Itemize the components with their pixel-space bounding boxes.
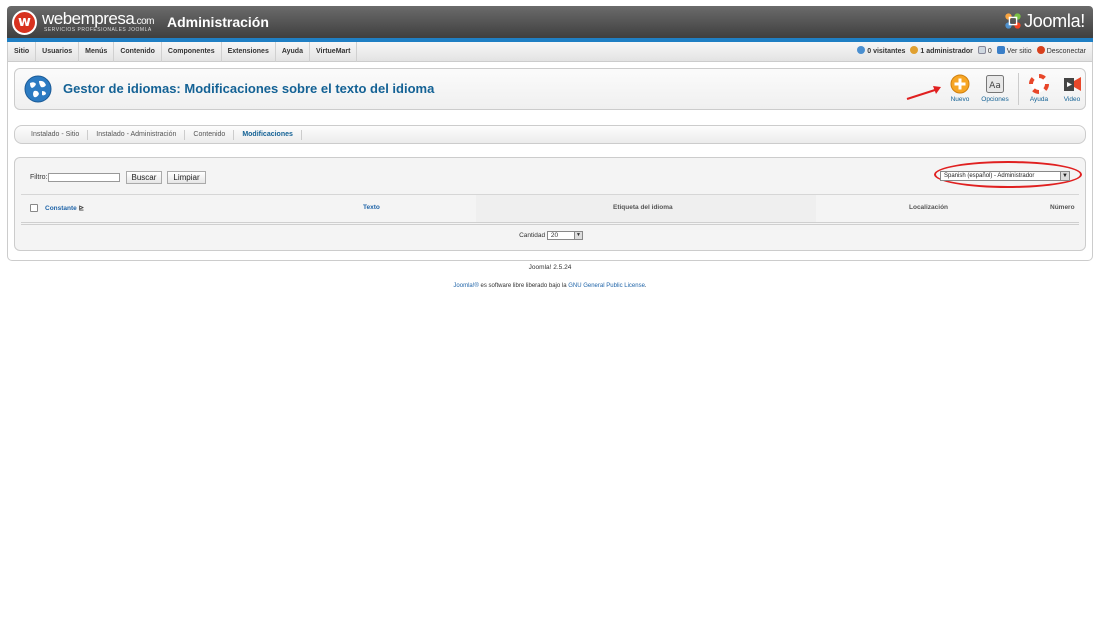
- tab-installed-admin[interactable]: Instalado - Administración: [88, 129, 186, 140]
- page-title: Gestor de idiomas: Modificaciones sobre …: [63, 81, 435, 96]
- view-site-link[interactable]: Ver sitio: [996, 42, 1032, 62]
- overrides-panel: Filtro: Buscar Limpiar Spanish (español)…: [14, 157, 1086, 251]
- footer-version: Joomla! 2.5.24: [528, 264, 572, 271]
- tab-content[interactable]: Contenido: [185, 129, 235, 140]
- menu-ayuda[interactable]: Ayuda: [276, 42, 310, 62]
- plus-circle-icon: [950, 74, 970, 94]
- logout-link[interactable]: Desconectar: [1036, 42, 1086, 62]
- video-button-label: Video: [1063, 96, 1081, 103]
- filter-input[interactable]: [47, 173, 120, 182]
- limit-label: Cantidad: [519, 232, 546, 240]
- toolbar-divider: [1018, 73, 1019, 105]
- admins-status: 1 administrador: [910, 42, 973, 62]
- table-header: Constante ⊵ Texto Etiqueta del idioma Lo…: [21, 194, 1079, 225]
- admin-header: w webempresa.com SERVICIOS PROFESIONALES…: [7, 6, 1093, 38]
- column-text[interactable]: Texto: [363, 204, 380, 211]
- menu-usuarios[interactable]: Usuarios: [36, 42, 80, 62]
- new-button-label: Nuevo: [950, 96, 970, 103]
- admin-users-icon: [910, 46, 919, 54]
- menu-contenido[interactable]: Contenido: [114, 42, 162, 62]
- clear-button[interactable]: Limpiar: [167, 171, 206, 184]
- video-icon: [1064, 77, 1081, 91]
- column-language-tag: Etiqueta del idioma: [613, 204, 673, 211]
- select-all-checkbox[interactable]: [30, 204, 38, 212]
- annotation-arrow: [906, 86, 941, 100]
- svg-text:Aa: Aa: [989, 81, 1001, 91]
- filter-label: Filtro:: [30, 174, 48, 181]
- menu-extensiones[interactable]: Extensiones: [222, 42, 276, 62]
- column-constant[interactable]: Constante ⊵: [45, 204, 84, 212]
- language-tabs: Instalado - Sitio Instalado - Administra…: [14, 125, 1086, 144]
- users-icon: [857, 46, 866, 54]
- menu-componentes[interactable]: Componentes: [162, 42, 222, 62]
- gpl-link[interactable]: GNU General Public License: [568, 283, 645, 289]
- menu-menus[interactable]: Menús: [79, 42, 115, 62]
- power-icon: [1036, 46, 1045, 54]
- language-client-select[interactable]: Spanish (español) - Administrador ▼: [940, 171, 1070, 181]
- options-icon: Aa: [986, 75, 1004, 93]
- brand-logo: webempresa.com: [42, 9, 154, 28]
- webempresa-logo-icon: w: [12, 10, 37, 35]
- lifebuoy-icon: [1029, 74, 1049, 94]
- filter-bar: Filtro: Buscar Limpiar: [30, 171, 206, 184]
- language-select-value: Spanish (español) - Administrador: [944, 173, 1035, 179]
- footer-license: Joomla!® es software libre liberado bajo…: [453, 283, 647, 289]
- joomla-logo: Joomla!: [1004, 11, 1085, 32]
- admin-title: Administración: [167, 14, 269, 30]
- options-button[interactable]: Aa Opciones: [977, 74, 1013, 108]
- chevron-down-icon: ▼: [573, 232, 582, 239]
- new-button[interactable]: Nuevo: [942, 74, 978, 108]
- globe-icon: [24, 75, 52, 103]
- mail-icon: [977, 46, 986, 54]
- help-button-label: Ayuda: [1029, 96, 1049, 103]
- column-location: Localización: [909, 204, 949, 211]
- main-menubar: Sitio Usuarios Menús Contenido Component…: [7, 42, 1093, 62]
- options-button-label: Opciones: [981, 96, 1009, 103]
- visitors-status: 0 visitantes: [857, 42, 905, 62]
- column-number: Número: [1050, 204, 1075, 211]
- brand-tagline: SERVICIOS PROFESIONALES JOOMLA: [44, 27, 152, 33]
- monitor-icon: [996, 46, 1005, 54]
- chevron-down-icon: ▼: [1060, 172, 1069, 180]
- sort-icon: ⊵: [78, 205, 85, 212]
- joomla-icon: [1005, 13, 1021, 29]
- video-button[interactable]: Video: [1054, 74, 1090, 108]
- page-toolbar: Gestor de idiomas: Modificaciones sobre …: [14, 68, 1086, 110]
- menu-virtuemart[interactable]: VirtueMart: [310, 42, 358, 62]
- help-button[interactable]: Ayuda: [1021, 74, 1057, 108]
- messages-status[interactable]: 0: [977, 42, 992, 62]
- menu-sitio[interactable]: Sitio: [8, 42, 37, 62]
- tab-installed-site[interactable]: Instalado - Sitio: [25, 129, 89, 140]
- search-button[interactable]: Buscar: [125, 171, 163, 184]
- tab-overrides[interactable]: Modificaciones: [234, 129, 302, 140]
- joomla-link[interactable]: Joomla!®: [453, 283, 478, 289]
- limit-select[interactable]: 20 ▼: [546, 231, 583, 240]
- pagination-limit: Cantidad 20 ▼: [15, 231, 1087, 240]
